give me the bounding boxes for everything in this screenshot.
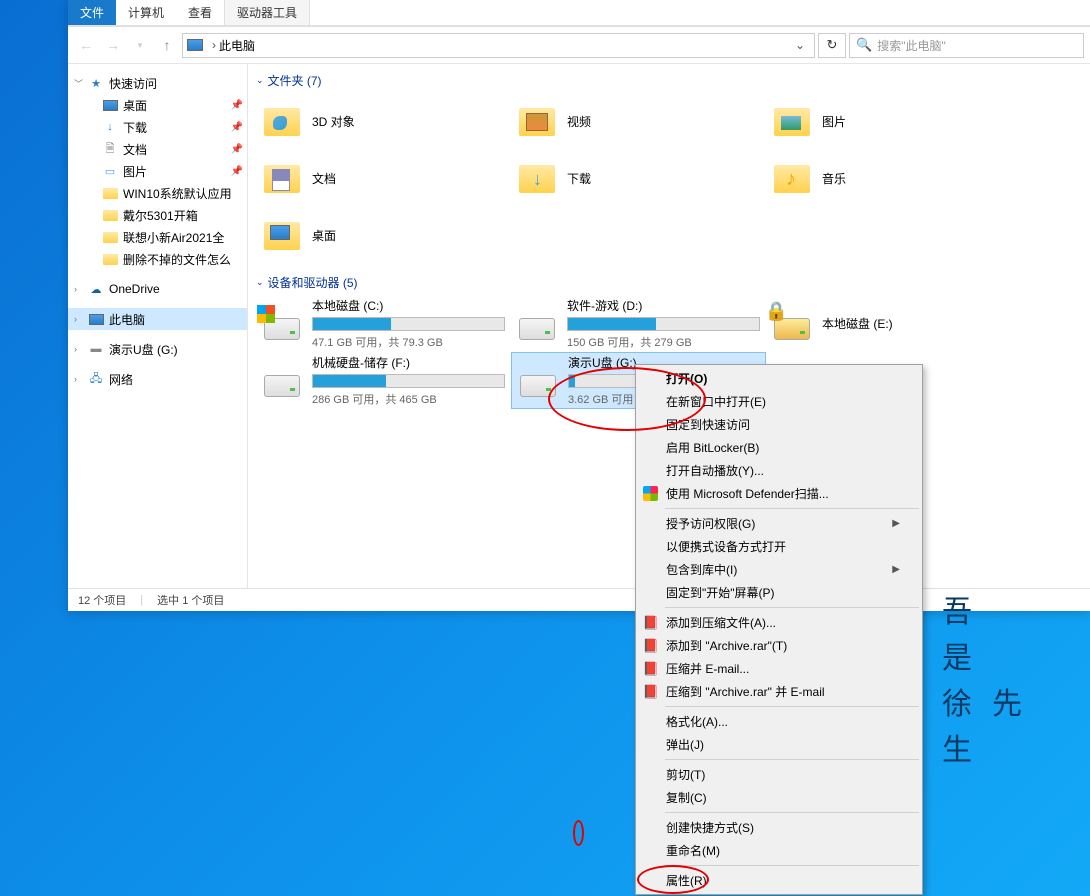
ctx-defender[interactable]: 使用 Microsoft Defender扫描... (638, 482, 920, 505)
context-menu: 打开(O) 在新窗口中打开(E) 固定到快速访问 启用 BitLocker(B)… (635, 364, 923, 895)
explorer-window: 文件 计算机 查看 驱动器工具 ← → ▾ ↑ › 此电脑 ⌄ ↻ 🔍 搜索"此… (68, 0, 1090, 611)
watermark: 吾 是 徐先生 (942, 590, 1072, 774)
ctx-shortcut[interactable]: 创建快捷方式(S) (638, 816, 920, 839)
ctx-portable[interactable]: 以便携式设备方式打开 (638, 535, 920, 558)
drive-tools-tab[interactable]: 驱动器工具 (224, 0, 310, 25)
ctx-add-rar[interactable]: 📕添加到 "Archive.rar"(T) (638, 634, 920, 657)
drive-e[interactable]: 本地磁盘 (E:) (766, 295, 1021, 352)
back-button[interactable]: ← (74, 33, 98, 57)
nav-bar: ← → ▾ ↑ › 此电脑 ⌄ ↻ 🔍 搜索"此电脑" (68, 27, 1090, 64)
breadcrumb[interactable]: 此电脑 (219, 37, 255, 54)
nav-tree: ﹀★快速访问 桌面📌 ↓下载📌 🗎文档📌 ▭图片📌 WIN10系统默认应用 戴尔… (68, 64, 248, 588)
sidebar-usb[interactable]: ›▬演示U盘 (G:) (68, 338, 247, 360)
addr-dropdown[interactable]: ⌄ (790, 38, 810, 52)
refresh-button[interactable]: ↻ (818, 33, 846, 58)
sidebar-folder-4[interactable]: 删除不掉的文件怎么 (68, 248, 247, 270)
sidebar-quick-access[interactable]: ﹀★快速访问 (68, 72, 247, 94)
annotation-circle-small (573, 820, 584, 846)
folder-music[interactable]: 音乐 (766, 150, 1021, 207)
ctx-zip-rar-email[interactable]: 📕压缩到 "Archive.rar" 并 E-mail (638, 680, 920, 703)
ctx-open-new[interactable]: 在新窗口中打开(E) (638, 390, 920, 413)
status-selected: 选中 1 个项目 (157, 592, 224, 608)
ctx-pin-start[interactable]: 固定到"开始"屏幕(P) (638, 581, 920, 604)
drives-group-header[interactable]: ⌄设备和驱动器 (5) (248, 272, 1090, 293)
drive-f[interactable]: 机械硬盘-储存 (F:)286 GB 可用，共 465 GB (256, 352, 511, 409)
rar-icon: 📕 (642, 683, 660, 701)
up-button[interactable]: ↑ (155, 33, 179, 57)
folder-documents[interactable]: 文档 (256, 150, 511, 207)
history-drop[interactable]: ▾ (128, 33, 152, 57)
ctx-properties[interactable]: 属性(R) (638, 869, 920, 892)
sidebar-folder-3[interactable]: 联想小新Air2021全 (68, 226, 247, 248)
folder-pictures[interactable]: 图片 (766, 93, 1021, 150)
chevron-icon: › (209, 38, 219, 52)
status-bar: 12 个项目 | 选中 1 个项目 (68, 588, 1090, 611)
ctx-pin-quick[interactable]: 固定到快速访问 (638, 413, 920, 436)
shield-icon (643, 486, 658, 501)
sidebar-onedrive[interactable]: ›☁OneDrive (68, 278, 247, 300)
ctx-autoplay[interactable]: 打开自动播放(Y)... (638, 459, 920, 482)
rar-icon: 📕 (642, 660, 660, 678)
computer-tab[interactable]: 计算机 (116, 0, 176, 25)
folder-desktop[interactable]: 桌面 (256, 207, 511, 264)
sidebar-this-pc[interactable]: ›此电脑 (68, 308, 247, 330)
ctx-open[interactable]: 打开(O) (638, 367, 920, 390)
rar-icon: 📕 (642, 614, 660, 632)
drive-c[interactable]: 本地磁盘 (C:)47.1 GB 可用，共 79.3 GB (256, 295, 511, 352)
ribbon-tabs: 文件 计算机 查看 驱动器工具 (68, 0, 1090, 25)
sidebar-desktop[interactable]: 桌面📌 (68, 94, 247, 116)
folder-downloads[interactable]: 下载 (511, 150, 766, 207)
search-icon: 🔍 (856, 37, 872, 53)
ctx-bitlocker[interactable]: 启用 BitLocker(B) (638, 436, 920, 459)
pc-icon (187, 39, 203, 51)
rar-icon: 📕 (642, 637, 660, 655)
ctx-cut[interactable]: 剪切(T) (638, 763, 920, 786)
ctx-format[interactable]: 格式化(A)... (638, 710, 920, 733)
search-input[interactable]: 🔍 搜索"此电脑" (849, 33, 1084, 58)
ctx-add-archive[interactable]: 📕添加到压缩文件(A)... (638, 611, 920, 634)
ctx-copy[interactable]: 复制(C) (638, 786, 920, 809)
sidebar-folder-2[interactable]: 戴尔5301开箱 (68, 204, 247, 226)
sidebar-documents[interactable]: 🗎文档📌 (68, 138, 247, 160)
sidebar-network[interactable]: ›🖧网络 (68, 368, 247, 390)
sidebar-downloads[interactable]: ↓下载📌 (68, 116, 247, 138)
folder-3d-objects[interactable]: 3D 对象 (256, 93, 511, 150)
drive-d[interactable]: 软件-游戏 (D:)150 GB 可用，共 279 GB (511, 295, 766, 352)
view-tab[interactable]: 查看 (176, 0, 224, 25)
sidebar-pictures[interactable]: ▭图片📌 (68, 160, 247, 182)
forward-button[interactable]: → (101, 33, 125, 57)
folders-group-header[interactable]: ⌄文件夹 (7) (248, 70, 1090, 91)
ctx-grant[interactable]: 授予访问权限(G)▶ (638, 512, 920, 535)
folder-videos[interactable]: 视频 (511, 93, 766, 150)
ctx-eject[interactable]: 弹出(J) (638, 733, 920, 756)
sidebar-folder-1[interactable]: WIN10系统默认应用 (68, 182, 247, 204)
status-count: 12 个项目 (78, 592, 126, 608)
ctx-zip-email[interactable]: 📕压缩并 E-mail... (638, 657, 920, 680)
ctx-rename[interactable]: 重命名(M) (638, 839, 920, 862)
address-bar[interactable]: › 此电脑 ⌄ (182, 33, 815, 58)
search-placeholder: 搜索"此电脑" (877, 37, 946, 54)
ctx-library[interactable]: 包含到库中(I)▶ (638, 558, 920, 581)
file-tab[interactable]: 文件 (68, 0, 116, 25)
